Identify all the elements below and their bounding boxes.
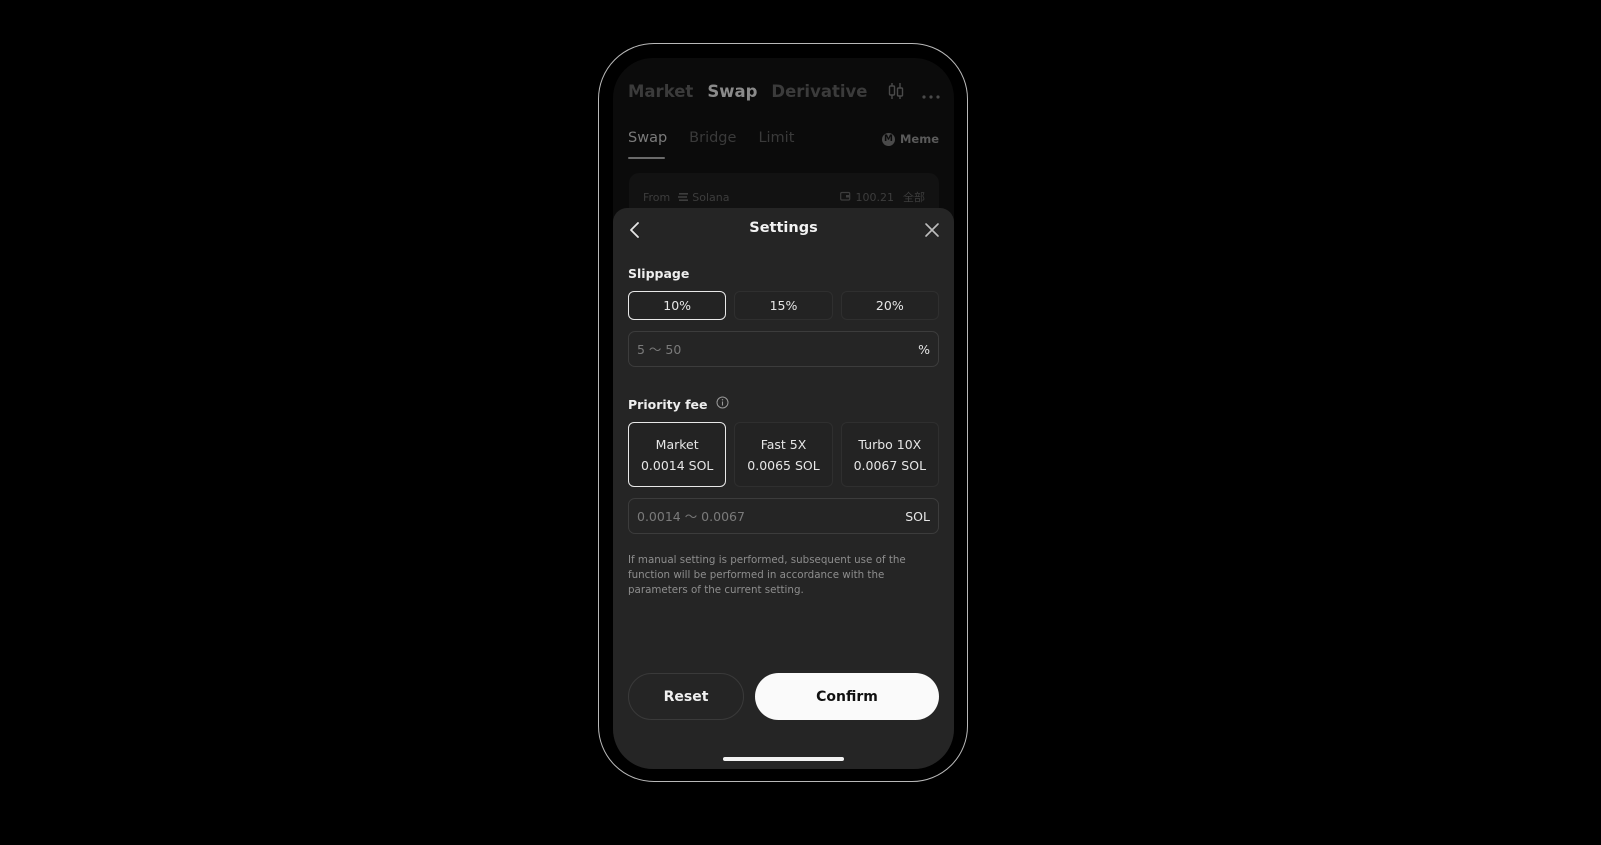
balance-value: 100.21 <box>855 190 895 204</box>
tab-swap[interactable]: Swap <box>707 82 757 101</box>
slippage-option-10[interactable]: 10% <box>628 291 727 320</box>
tab-derivative[interactable]: Derivative <box>771 82 867 101</box>
fee-option-fast[interactable]: Fast 5X 0.0065 SOL <box>734 422 833 487</box>
home-indicator <box>723 757 844 761</box>
option-label: 20% <box>875 298 904 313</box>
priority-fee-options: Market 0.0014 SOL Fast 5X 0.0065 SOL Tur… <box>628 422 939 487</box>
fee-option-turbo[interactable]: Turbo 10X 0.0067 SOL <box>840 422 939 487</box>
fee-option-value: 0.0067 SOL <box>853 457 927 473</box>
confirm-button[interactable]: Confirm <box>755 673 939 720</box>
app-screen: Market Swap Derivative Swap Bridge Limit… <box>613 58 954 769</box>
sub-nav: Swap Bridge Limit <box>628 130 794 146</box>
fee-option-name: Fast 5X <box>760 436 807 452</box>
solana-icon <box>678 191 689 204</box>
settings-note: If manual setting is performed, subseque… <box>628 554 906 596</box>
wallet-icon <box>839 191 851 204</box>
meme-button[interactable]: M Meme <box>881 132 939 146</box>
slippage-input-box: % <box>628 331 939 367</box>
more-icon[interactable] <box>922 84 940 103</box>
slippage-label-text: Slippage <box>628 266 690 281</box>
subtab-limit[interactable]: Limit <box>758 130 794 146</box>
subtab-bridge[interactable]: Bridge <box>689 130 736 146</box>
reset-button[interactable]: Reset <box>628 673 744 720</box>
fee-option-market[interactable]: Market 0.0014 SOL <box>628 422 727 487</box>
priority-fee-input-box: SOL <box>628 498 939 534</box>
fee-option-name: Market <box>655 436 699 452</box>
meme-icon: M <box>881 132 895 146</box>
priority-fee-input[interactable] <box>637 508 857 524</box>
chain-name: Solana <box>692 190 730 204</box>
sheet-title: Settings <box>749 220 818 236</box>
slippage-option-15[interactable]: 15% <box>734 291 833 320</box>
top-icons <box>888 82 940 104</box>
max-button[interactable]: 全部 <box>903 189 925 205</box>
fee-option-name: Turbo 10X <box>858 436 922 452</box>
priority-fee-unit: SOL <box>905 508 930 524</box>
active-tab-indicator <box>628 157 665 159</box>
meme-label: Meme <box>899 132 939 146</box>
option-label: 10% <box>663 298 692 313</box>
slippage-label: Slippage <box>628 266 689 281</box>
priority-fee-label: Priority fee <box>628 396 729 412</box>
tab-market[interactable]: Market <box>628 82 693 101</box>
slippage-options: 10% 15% 20% <box>628 291 939 320</box>
info-icon[interactable] <box>716 396 729 412</box>
sheet-header: Settings <box>613 208 954 252</box>
fee-option-value: 0.0065 SOL <box>747 457 820 473</box>
top-nav: Market Swap Derivative <box>628 82 867 101</box>
slippage-input[interactable] <box>637 341 857 357</box>
fee-option-value: 0.0014 SOL <box>640 457 714 473</box>
close-icon <box>925 223 939 237</box>
option-label: 15% <box>769 298 798 313</box>
from-label: From <box>643 190 671 204</box>
slippage-option-20[interactable]: 20% <box>840 291 939 320</box>
subtab-swap[interactable]: Swap <box>628 130 667 146</box>
chain-selector[interactable]: Solana <box>678 190 730 204</box>
priority-fee-label-text: Priority fee <box>628 396 708 412</box>
settings-sheet: Settings Slippage 10% 15% 20% % Priority… <box>613 208 954 769</box>
close-button[interactable] <box>922 220 942 240</box>
candlestick-chart-icon[interactable] <box>888 82 904 104</box>
slippage-unit: % <box>918 341 930 357</box>
